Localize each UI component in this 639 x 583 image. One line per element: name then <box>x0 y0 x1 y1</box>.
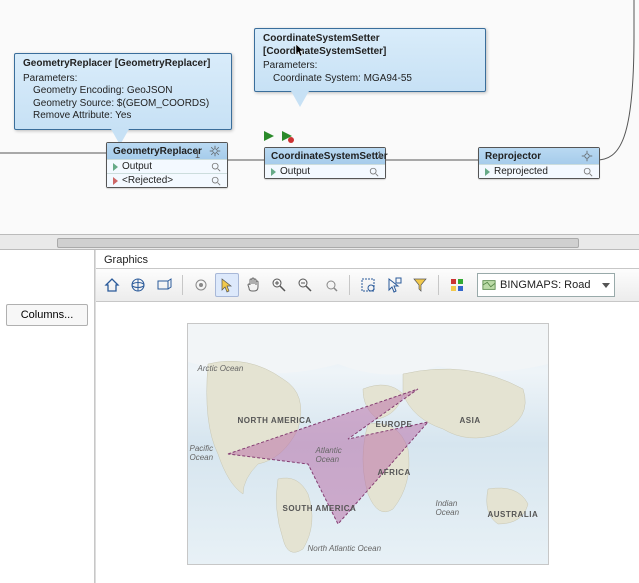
tooltip-param: Geometry Source: $(GEOM_COORDS) <box>23 98 223 111</box>
tooltip-params-header: Parameters: <box>23 73 223 86</box>
node-port-output[interactable]: Output <box>107 159 227 173</box>
basemap-dropdown[interactable]: BINGMAPS: Road <box>477 273 615 297</box>
node-geometry-replacer[interactable]: GeometryReplacer Output <Rejected> <box>106 142 228 188</box>
node-title: Reprojector <box>485 151 541 162</box>
display-control-icon[interactable] <box>445 273 469 297</box>
connection-count: 1 <box>195 150 200 160</box>
map-ocean-label: Indian Ocean <box>436 499 476 517</box>
tooltip-params-header: Parameters: <box>263 60 477 73</box>
map-ocean-label: Arctic Ocean <box>198 364 244 373</box>
orbit-icon[interactable] <box>189 273 213 297</box>
node-port-rejected[interactable]: <Rejected> <box>107 173 227 187</box>
node-header[interactable]: GeometryReplacer <box>107 143 227 159</box>
map-continent-label: AUSTRALIA <box>488 510 539 519</box>
map-continent-label: SOUTH AMERICA <box>283 504 357 513</box>
run-with-breakpoint-icon[interactable] <box>280 129 294 143</box>
graphics-toolbar: BINGMAPS: Road <box>96 268 639 302</box>
run-icon[interactable] <box>262 129 276 143</box>
tooltip-param: Remove Attribute: Yes <box>23 110 223 123</box>
gear-icon[interactable] <box>581 150 593 162</box>
port-label: <Rejected> <box>122 175 173 186</box>
inspect-icon[interactable] <box>211 162 221 172</box>
map-continent-label: EUROPE <box>376 420 413 429</box>
zoom-selection-icon[interactable] <box>356 273 380 297</box>
port-label: Reprojected <box>494 166 548 177</box>
gear-icon[interactable] <box>209 145 221 157</box>
columns-button[interactable]: Columns... <box>6 304 88 326</box>
graphics-label: Graphics <box>96 250 639 268</box>
filter-icon[interactable] <box>408 273 432 297</box>
pan-icon[interactable] <box>241 273 265 297</box>
port-label: Output <box>280 166 310 177</box>
inspect-icon[interactable] <box>369 167 379 177</box>
connection-count: 1 <box>377 150 382 160</box>
identify-icon[interactable] <box>382 273 406 297</box>
map-continent-label: NORTH AMERICA <box>238 416 312 425</box>
basemap-value: BINGMAPS: Road <box>500 279 590 291</box>
left-column: Columns... <box>0 250 95 583</box>
tooltip-title: GeometryReplacer [GeometryReplacer] <box>23 58 223 71</box>
map-ocean-label: Pacific Ocean <box>190 444 220 462</box>
map-icon <box>482 278 496 292</box>
map-continent-label: ASIA <box>460 416 481 425</box>
node-mini-toolbar[interactable] <box>262 129 294 143</box>
zoom-out-icon[interactable] <box>293 273 317 297</box>
view-3d-icon[interactable] <box>152 273 176 297</box>
node-title: CoordinateSystemSetter <box>271 151 388 162</box>
pane-divider[interactable] <box>0 234 639 250</box>
zoom-in-icon[interactable] <box>267 273 291 297</box>
map-container: Arctic Ocean NORTH AMERICA SOUTH AMERICA… <box>96 302 639 583</box>
map-ocean-label: Atlantic Ocean <box>316 446 356 464</box>
tooltip-coordinate-system-setter: CoordinateSystemSetter [CoordinateSystem… <box>254 28 486 92</box>
tooltip-geometry-replacer: GeometryReplacer [GeometryReplacer] Para… <box>14 53 232 130</box>
select-icon[interactable] <box>215 273 239 297</box>
home-icon[interactable] <box>100 273 124 297</box>
tooltip-title: CoordinateSystemSetter [CoordinateSystem… <box>263 33 477 58</box>
toolbar-separator <box>438 275 439 295</box>
scrollbar-thumb[interactable] <box>57 238 579 248</box>
tooltip-param: Coordinate System: MGA94-55 <box>263 73 477 86</box>
inspect-icon[interactable] <box>211 176 221 186</box>
node-header[interactable]: CoordinateSystemSetter <box>265 148 385 164</box>
tooltip-param: Geometry Encoding: GeoJSON <box>23 85 223 98</box>
node-coordinate-system-setter[interactable]: CoordinateSystemSetter Output <box>264 147 386 179</box>
inspect-icon[interactable] <box>583 167 593 177</box>
lower-pane: Columns... Graphics BINGMAPS: Road <box>0 250 639 583</box>
node-header[interactable]: Reprojector <box>479 148 599 164</box>
map-view[interactable]: Arctic Ocean NORTH AMERICA SOUTH AMERICA… <box>187 323 549 565</box>
toolbar-separator <box>349 275 350 295</box>
node-port-output[interactable]: Output <box>265 164 385 178</box>
node-reprojector[interactable]: Reprojector Reprojected <box>478 147 600 179</box>
node-title: GeometryReplacer <box>113 146 202 157</box>
node-port-reprojected[interactable]: Reprojected <box>479 164 599 178</box>
map-svg <box>188 324 548 564</box>
zoom-extent-icon[interactable] <box>319 273 343 297</box>
map-continent-label: AFRICA <box>378 468 411 477</box>
chevron-down-icon <box>602 283 610 288</box>
workflow-canvas[interactable]: GeometryReplacer [GeometryReplacer] Para… <box>0 0 639 234</box>
graphics-panel: Graphics BINGMAPS: Road <box>95 250 639 583</box>
map-ocean-label: North Atlantic Ocean <box>308 544 382 553</box>
globe-icon[interactable] <box>126 273 150 297</box>
port-label: Output <box>122 161 152 172</box>
toolbar-separator <box>182 275 183 295</box>
